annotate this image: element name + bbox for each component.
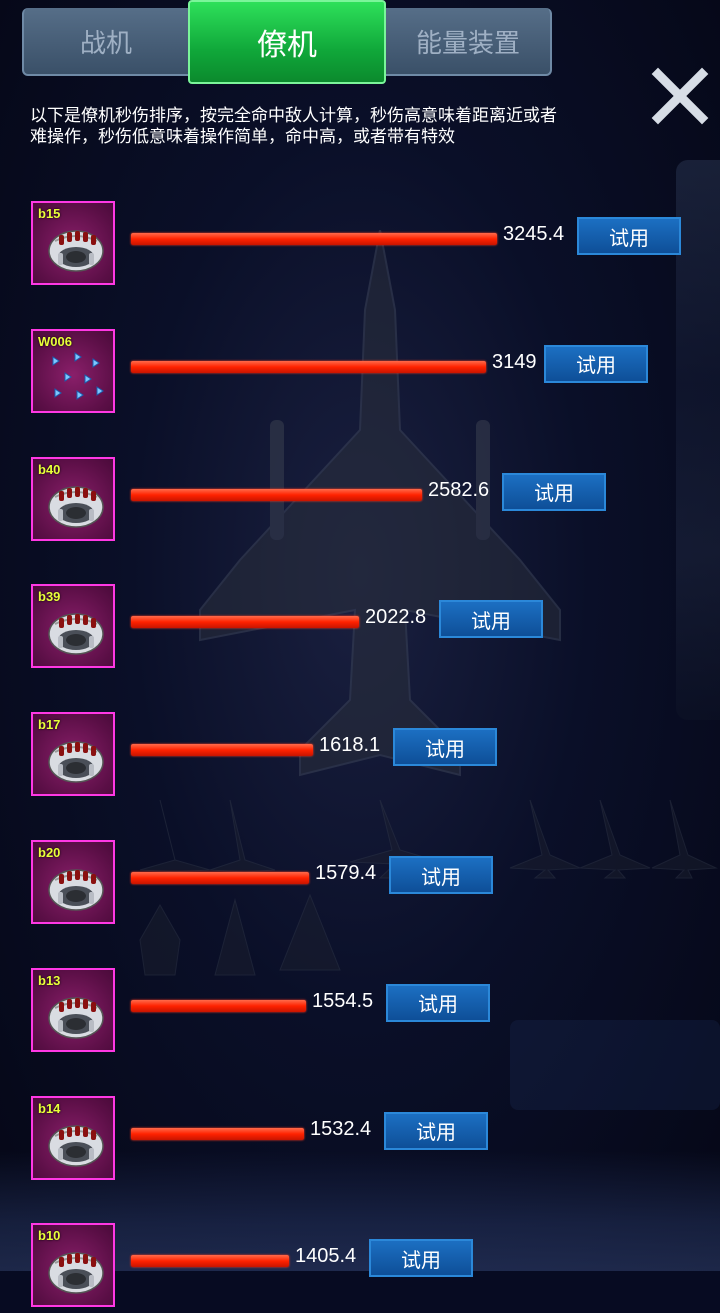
try-button[interactable]: 试用: [384, 1111, 488, 1150]
tab-energy-device[interactable]: 能量装置: [384, 8, 552, 76]
wingman-id-label: b13: [38, 972, 61, 988]
wingman-icon[interactable]: b14: [31, 1095, 115, 1180]
missile-pod-icon: [48, 741, 104, 783]
wingman-row: b14 1532.4 试用: [0, 1095, 720, 1186]
wingman-row: b17 1618.1 试用: [0, 712, 720, 802]
missile-pod-icon: [48, 1252, 104, 1295]
wingman-row: b15 3245.4 试用: [0, 201, 720, 291]
wingman-id-label: b15: [38, 206, 61, 221]
try-button[interactable]: 试用: [369, 1239, 473, 1278]
dps-value: 1532.4: [310, 1117, 372, 1140]
missile-pod-icon: [48, 613, 104, 656]
wingman-id-label: b20: [38, 845, 61, 860]
missile-pod-icon: [48, 485, 104, 528]
tab-fighter[interactable]: 战机: [22, 8, 190, 76]
dps-value: 1579.4: [315, 862, 377, 884]
dps-value: 1554.5: [312, 989, 374, 1012]
blue-drones-icon: [52, 351, 104, 400]
wingman-icon[interactable]: b17: [31, 712, 115, 797]
wingman-row: W006 3149 试用: [0, 328, 720, 419]
dps-bar: [131, 233, 497, 245]
wingman-icon[interactable]: b40: [31, 456, 115, 541]
dps-bar: [131, 744, 313, 757]
dps-bar: [131, 360, 486, 373]
wingman-icon[interactable]: b20: [31, 840, 115, 924]
wingman-id-label: b10: [38, 1228, 61, 1244]
ranking-description: 以下是僚机秒伤排序，按完全命中敌人计算，秒伤高意味着距离近或者难操作，秒伤低意味…: [30, 106, 557, 147]
wingman-row: b39 2022.8 试用: [0, 584, 720, 674]
missile-pod-icon: [48, 1124, 104, 1167]
tab-bar: 战机 僚机 能量装置: [22, 0, 552, 84]
try-button[interactable]: 试用: [502, 472, 606, 511]
missile-pod-icon: [48, 869, 104, 911]
dps-bar: [131, 1255, 289, 1268]
dps-value: 3245.4: [503, 223, 565, 245]
wingman-icon[interactable]: b39: [31, 584, 115, 669]
try-button[interactable]: 试用: [439, 600, 543, 639]
dps-bar: [131, 999, 306, 1012]
wingman-icon[interactable]: b13: [31, 967, 115, 1052]
missile-pod-icon: [48, 230, 104, 272]
dps-value: 1405.4: [295, 1245, 357, 1268]
try-button[interactable]: 试用: [386, 983, 490, 1022]
tab-wingman[interactable]: 僚机: [188, 0, 386, 84]
close-icon[interactable]: [648, 64, 712, 128]
wingman-id-label: b17: [38, 717, 61, 733]
wingman-id-label: b40: [38, 461, 61, 477]
dps-bar: [131, 488, 422, 501]
wingman-id-label: b14: [38, 1100, 61, 1116]
wingman-icon[interactable]: b10: [31, 1223, 115, 1308]
wingman-row: b40 2582.6 试用: [0, 456, 720, 547]
wingman-row: b13 1554.5 试用: [0, 967, 720, 1058]
try-button[interactable]: 试用: [389, 856, 493, 894]
try-button[interactable]: 试用: [544, 344, 648, 383]
wingman-icon[interactable]: W006: [31, 328, 115, 413]
wingman-id-label: b39: [38, 589, 61, 605]
dps-value: 2582.6: [428, 478, 490, 501]
wingman-icon[interactable]: b15: [31, 201, 115, 285]
dps-bar: [131, 1127, 304, 1140]
dps-value: 1618.1: [319, 734, 381, 757]
dps-value: 3149: [492, 350, 537, 373]
dps-bar: [131, 616, 359, 629]
dps-value: 2022.8: [365, 606, 427, 629]
wingman-row: b20 1579.4 试用: [0, 840, 720, 930]
try-button[interactable]: 试用: [393, 728, 497, 767]
dps-bar: [131, 872, 309, 884]
try-button[interactable]: 试用: [577, 217, 681, 255]
wingman-row: b10 1405.4 试用: [0, 1223, 720, 1313]
missile-pod-icon: [48, 997, 104, 1039]
wingman-id-label: W006: [38, 333, 72, 349]
